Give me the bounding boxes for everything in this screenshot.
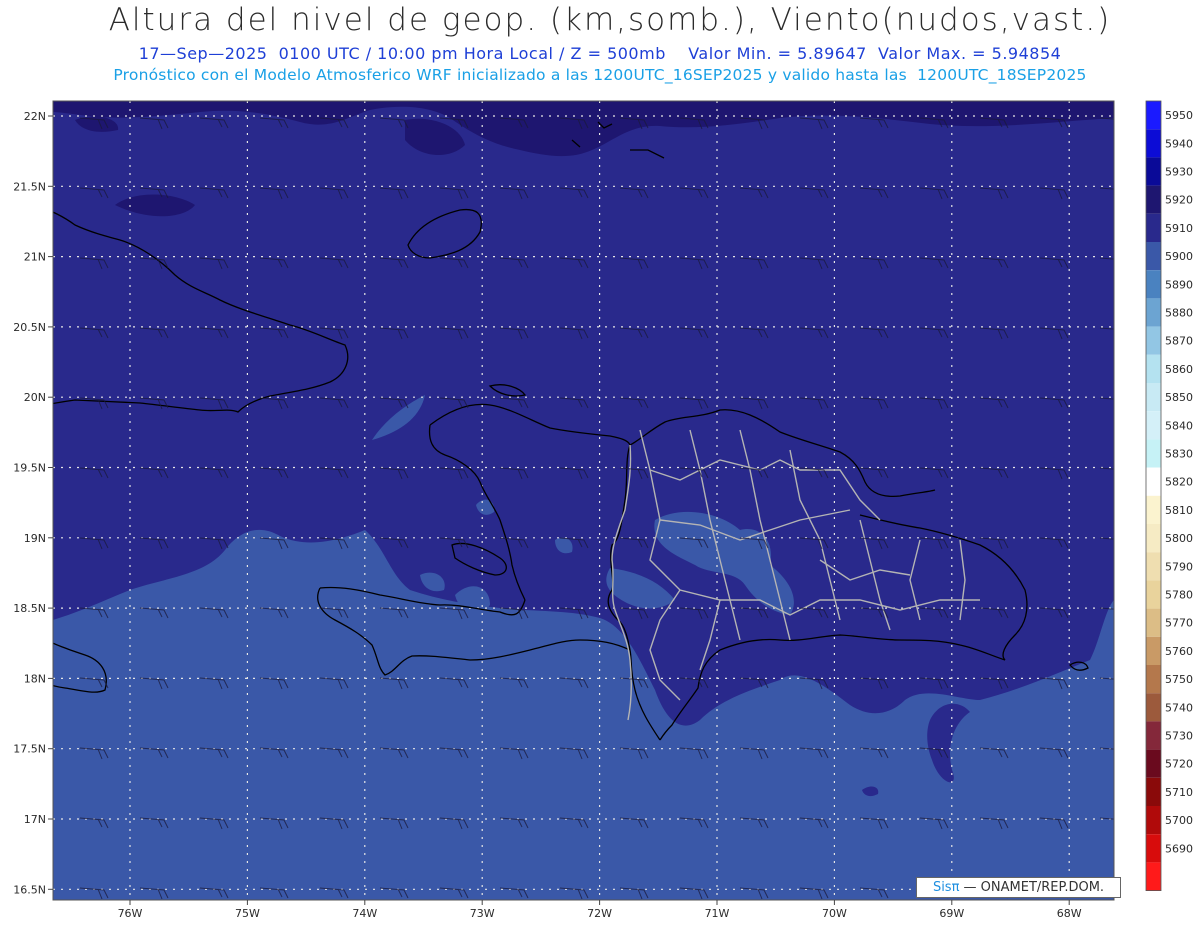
colorbar-swatch (1146, 185, 1161, 214)
colorbar-label: 5870 (1165, 335, 1193, 348)
colorbar-label: 5770 (1165, 617, 1193, 630)
colorbar-swatch (1146, 721, 1161, 750)
colorbar-swatch (1146, 213, 1161, 242)
colorbar-label: 5920 (1165, 194, 1193, 207)
colorbar-label: 5880 (1165, 307, 1193, 320)
colorbar-swatch (1146, 806, 1161, 835)
lon-label: 72W (587, 907, 612, 920)
sispi-logo-text: Sisπ (932, 880, 960, 895)
colorbar-label: 5750 (1165, 673, 1193, 686)
lon-label: 76W (118, 907, 143, 920)
colorbar-label: 5890 (1165, 278, 1193, 291)
lat-label: 21N (24, 251, 46, 264)
colorbar-swatch (1146, 580, 1161, 609)
colorbar-swatch (1146, 270, 1161, 299)
colorbar-swatch (1146, 693, 1161, 722)
colorbar-label: 5820 (1165, 476, 1193, 489)
colorbar-swatch (1146, 777, 1161, 806)
colorbar-swatch (1146, 298, 1161, 327)
colorbar-label: 5830 (1165, 448, 1193, 461)
colorbar-swatch (1146, 834, 1161, 863)
lon-label: 68W (1057, 907, 1082, 920)
lat-label: 22N (24, 110, 46, 123)
lat-label: 21.5N (13, 180, 46, 193)
colorbar-swatch (1146, 354, 1161, 383)
lon-label: 70W (822, 907, 847, 920)
colorbar-label: 5740 (1165, 701, 1193, 714)
lon-label: 75W (235, 907, 260, 920)
lat-label: 17.5N (13, 743, 46, 756)
colorbar-swatch (1146, 495, 1161, 524)
colorbar: 5950 5940 5930 5920 5910 5900 5890 5880 5870 5860… (1145, 100, 1193, 891)
lat-label: 19.5N (13, 462, 46, 475)
colorbar-label: 5930 (1165, 166, 1193, 179)
colorbar-swatch (1146, 608, 1161, 637)
colorbar-swatch (1146, 129, 1161, 158)
colorbar-label: 5900 (1165, 250, 1193, 263)
lat-label: 20.5N (13, 321, 46, 334)
colorbar-label: 5800 (1165, 532, 1193, 545)
colorbar-swatch (1146, 524, 1161, 553)
longitude-axis: 76W 75W 74W 73W 72W 71W 70W 69W 68W (118, 900, 1082, 920)
colorbar-label: 5810 (1165, 504, 1193, 517)
colorbar-swatch (1146, 157, 1161, 186)
colorbar-label: 5950 (1165, 109, 1193, 122)
colorbar-swatch (1146, 665, 1161, 694)
colorbar-swatch (1146, 411, 1161, 440)
lat-label: 19N (24, 532, 46, 545)
colorbar-label: 5860 (1165, 363, 1193, 376)
lat-label: 20N (24, 391, 46, 404)
colorbar-swatch (1146, 101, 1161, 130)
colorbar-label: 5850 (1165, 391, 1193, 404)
colorbar-swatch (1146, 439, 1161, 468)
geopotential-map: 22N 21.5N 21N 20.5N 20N 19.5N 19N 18.5N 18N 17.5N… (13, 100, 1193, 920)
colorbar-swatch (1146, 749, 1161, 778)
lat-label: 18.5N (13, 602, 46, 615)
lon-label: 74W (352, 907, 377, 920)
colorbar-label: 5940 (1165, 137, 1193, 150)
colorbar-label: 5840 (1165, 419, 1193, 432)
colorbar-label: 5760 (1165, 645, 1193, 658)
colorbar-label: 5700 (1165, 814, 1193, 827)
lon-label: 71W (705, 907, 730, 920)
colorbar-swatch (1146, 326, 1161, 355)
colorbar-swatch (1146, 383, 1161, 412)
lon-label: 69W (939, 907, 964, 920)
colorbar-label: 5690 (1165, 842, 1193, 855)
lat-label: 16.5N (13, 883, 46, 896)
colorbar-label: 5720 (1165, 758, 1193, 771)
colorbar-label: 5730 (1165, 730, 1193, 743)
lon-label: 73W (470, 907, 495, 920)
colorbar-swatch (1146, 467, 1161, 496)
lat-label: 18N (24, 672, 46, 685)
colorbar-label: 5780 (1165, 589, 1193, 602)
credit-box: Sisπ — ONAMET/REP.DOM. (916, 877, 1121, 898)
map-plot-area (53, 101, 1114, 900)
colorbar-label: 5710 (1165, 786, 1193, 799)
colorbar-label: 5910 (1165, 222, 1193, 235)
latitude-axis: 22N 21.5N 21N 20.5N 20N 19.5N 19N 18.5N 18N 17.5N… (13, 110, 53, 896)
credit-text: — ONAMET/REP.DOM. (959, 880, 1105, 895)
lat-label: 17N (24, 813, 46, 826)
colorbar-swatch (1146, 636, 1161, 665)
colorbar-swatch (1146, 552, 1161, 581)
colorbar-swatch (1146, 862, 1161, 891)
colorbar-label: 5790 (1165, 560, 1193, 573)
colorbar-swatch (1146, 242, 1161, 271)
